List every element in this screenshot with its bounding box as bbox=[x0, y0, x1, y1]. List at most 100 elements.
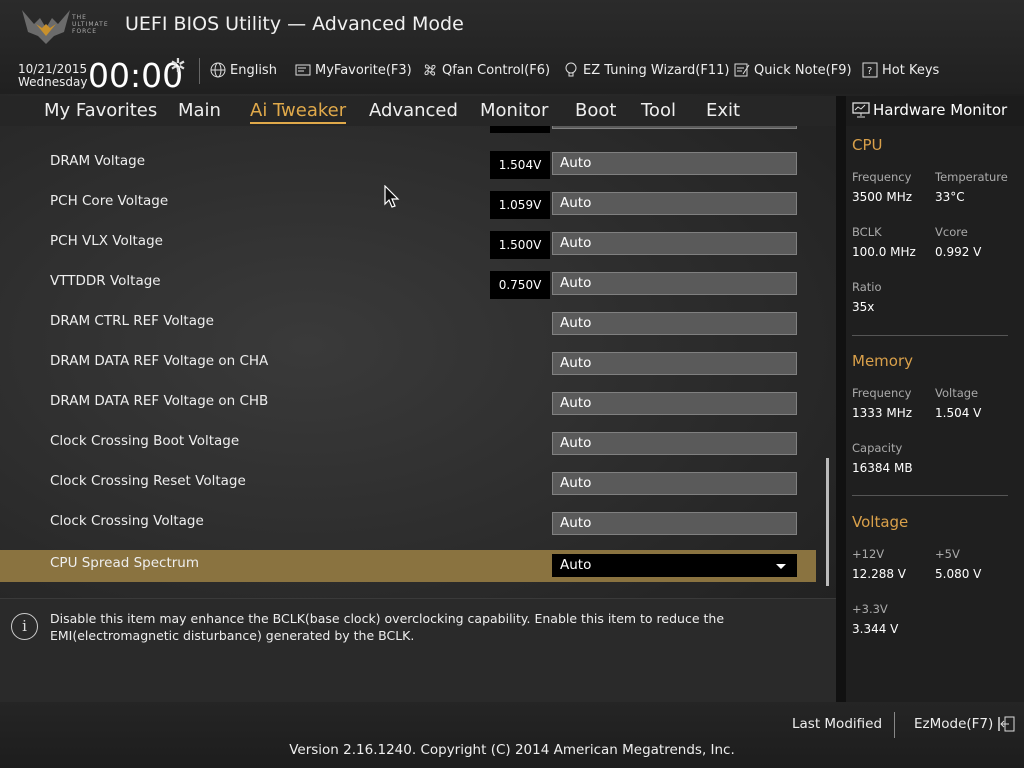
setting-input[interactable]: Auto bbox=[552, 432, 797, 455]
language-label: English bbox=[230, 62, 277, 78]
language-button[interactable]: English bbox=[210, 62, 277, 78]
setting-field-partial[interactable] bbox=[552, 126, 797, 129]
ezmode-button[interactable]: EzMode(F7) bbox=[914, 716, 1015, 732]
setting-row-pch-core-voltage[interactable]: PCH Core Voltage 1.059V Auto bbox=[0, 188, 816, 220]
svg-text:?: ? bbox=[867, 66, 872, 77]
clock[interactable]: 00:00 bbox=[88, 56, 183, 95]
help-text: Disable this item may enhance the BCLK(b… bbox=[50, 611, 725, 643]
info-icon: i bbox=[11, 613, 38, 640]
divider bbox=[199, 58, 200, 84]
v12-value: 12.288 V bbox=[852, 567, 907, 581]
logo-text: THE ULTIMATE FORCE bbox=[72, 14, 109, 35]
qfan-button[interactable]: Qfan Control(F6) bbox=[422, 62, 550, 78]
setting-row-dram-ctrl-ref-voltage[interactable]: DRAM CTRL REF Voltage Auto bbox=[0, 308, 816, 340]
v33-label: +3.3V bbox=[852, 602, 888, 616]
cpu-frequency-label: Frequency bbox=[852, 170, 912, 184]
setting-input[interactable]: Auto bbox=[552, 272, 797, 295]
cpu-temperature-value: 33°C bbox=[935, 190, 965, 204]
eztuning-button[interactable]: EZ Tuning Wizard(F11) bbox=[563, 62, 729, 78]
setting-label: DRAM CTRL REF Voltage bbox=[50, 313, 214, 329]
memory-capacity-label: Capacity bbox=[852, 441, 903, 455]
setting-input[interactable]: Auto bbox=[552, 392, 797, 415]
setting-input[interactable]: Auto bbox=[552, 232, 797, 255]
setting-input[interactable]: Auto bbox=[552, 352, 797, 375]
tab-ai-tweaker[interactable]: Ai Tweaker bbox=[250, 100, 347, 124]
ratio-label: Ratio bbox=[852, 280, 882, 294]
monitor-icon bbox=[852, 102, 870, 118]
tab-monitor[interactable]: Monitor bbox=[480, 100, 548, 121]
v5-label: +5V bbox=[935, 547, 960, 561]
hotkeys-button[interactable]: ? Hot Keys bbox=[862, 62, 939, 78]
setting-current-value: 0.750V bbox=[490, 271, 550, 299]
setting-input[interactable]: Auto bbox=[552, 152, 797, 175]
memory-frequency-label: Frequency bbox=[852, 386, 912, 400]
gear-icon[interactable]: ✲ bbox=[170, 55, 186, 77]
app-title: UEFI BIOS Utility — Advanced Mode bbox=[125, 13, 464, 35]
setting-input[interactable]: Auto bbox=[552, 192, 797, 215]
memory-section-title: Memory bbox=[852, 352, 914, 370]
cpu-section-title: CPU bbox=[852, 136, 883, 154]
setting-input[interactable]: Auto bbox=[552, 472, 797, 495]
panel-divider bbox=[836, 96, 846, 702]
scrollbar-thumb[interactable] bbox=[826, 458, 829, 586]
globe-icon bbox=[210, 62, 226, 78]
date-display: 10/21/2015 Wednesday bbox=[18, 63, 87, 89]
setting-label: CPU Spread Spectrum bbox=[50, 555, 199, 571]
help-icon: ? bbox=[862, 62, 878, 78]
setting-row-vttddr-voltage[interactable]: VTTDDR Voltage 0.750V Auto bbox=[0, 268, 816, 300]
chevron-down-icon bbox=[776, 564, 786, 569]
setting-label: Clock Crossing Reset Voltage bbox=[50, 473, 246, 489]
hotkeys-label: Hot Keys bbox=[882, 62, 940, 78]
hardware-monitor-header: Hardware Monitor bbox=[846, 96, 1024, 126]
setting-current-value: 1.500V bbox=[490, 231, 550, 259]
setting-row-dram-voltage[interactable]: DRAM Voltage 1.504V Auto bbox=[0, 148, 816, 180]
exit-icon bbox=[998, 716, 1015, 732]
setting-row-dram-data-ref-chb[interactable]: DRAM DATA REF Voltage on CHB Auto bbox=[0, 388, 816, 420]
setting-label: PCH VLX Voltage bbox=[50, 233, 163, 249]
settings-list: DRAM Voltage 1.504V Auto PCH Core Voltag… bbox=[0, 126, 836, 592]
ezmode-label: EzMode(F7) bbox=[914, 716, 994, 732]
voltage-section-title: Voltage bbox=[852, 513, 909, 531]
setting-row-cpu-spread-spectrum[interactable]: CPU Spread Spectrum Auto bbox=[0, 550, 816, 582]
tuf-logo-icon bbox=[22, 10, 70, 44]
setting-label: DRAM DATA REF Voltage on CHA bbox=[50, 353, 269, 369]
setting-row-clock-crossing-reset[interactable]: Clock Crossing Reset Voltage Auto bbox=[0, 468, 816, 500]
setting-row-dram-data-ref-cha[interactable]: DRAM DATA REF Voltage on CHA Auto bbox=[0, 348, 816, 380]
bclk-value: 100.0 MHz bbox=[852, 245, 916, 259]
tab-advanced[interactable]: Advanced bbox=[369, 100, 458, 121]
lightbulb-icon bbox=[565, 62, 577, 77]
help-panel: i Disable this item may enhance the BCLK… bbox=[0, 598, 836, 702]
tab-main[interactable]: Main bbox=[178, 100, 221, 121]
bottom-bar: Last Modified EzMode(F7) Version 2.16.12… bbox=[0, 702, 1024, 768]
divider bbox=[852, 335, 1008, 336]
setting-row-clock-crossing-boot[interactable]: Clock Crossing Boot Voltage Auto bbox=[0, 428, 816, 460]
tab-exit[interactable]: Exit bbox=[706, 100, 740, 121]
bclk-label: BCLK bbox=[852, 225, 882, 239]
myfavorite-button[interactable]: MyFavorite(F3) bbox=[295, 62, 412, 78]
setting-current-value: 1.059V bbox=[490, 191, 550, 219]
setting-current-value: 1.504V bbox=[490, 151, 550, 179]
setting-row-pch-vlx-voltage[interactable]: PCH VLX Voltage 1.500V Auto bbox=[0, 228, 816, 260]
setting-row-clock-crossing-voltage[interactable]: Clock Crossing Voltage Auto bbox=[0, 508, 816, 540]
quicknote-button[interactable]: Quick Note(F9) bbox=[734, 62, 852, 78]
setting-row-partial bbox=[0, 126, 816, 134]
v5-value: 5.080 V bbox=[935, 567, 982, 581]
main-nav: My Favorites Main Ai Tweaker Advanced Mo… bbox=[0, 96, 838, 126]
setting-input[interactable]: Auto bbox=[552, 512, 797, 535]
vcore-value: 0.992 V bbox=[935, 245, 982, 259]
tab-boot[interactable]: Boot bbox=[575, 100, 616, 121]
ratio-value: 35x bbox=[852, 300, 875, 314]
favorite-icon bbox=[295, 64, 311, 76]
setting-dropdown[interactable]: Auto bbox=[552, 554, 797, 577]
cpu-temperature-label: Temperature bbox=[935, 170, 1008, 184]
version-text: Version 2.16.1240. Copyright (C) 2014 Am… bbox=[289, 742, 735, 758]
setting-input[interactable]: Auto bbox=[552, 312, 797, 335]
last-modified-button[interactable]: Last Modified bbox=[792, 716, 882, 732]
tab-tool[interactable]: Tool bbox=[641, 100, 676, 121]
memory-voltage-label: Voltage bbox=[935, 386, 979, 400]
memory-frequency-value: 1333 MHz bbox=[852, 406, 913, 420]
tab-my-favorites[interactable]: My Favorites bbox=[44, 100, 157, 121]
v12-label: +12V bbox=[852, 547, 885, 561]
note-icon bbox=[734, 63, 750, 77]
memory-voltage-value: 1.504 V bbox=[935, 406, 982, 420]
